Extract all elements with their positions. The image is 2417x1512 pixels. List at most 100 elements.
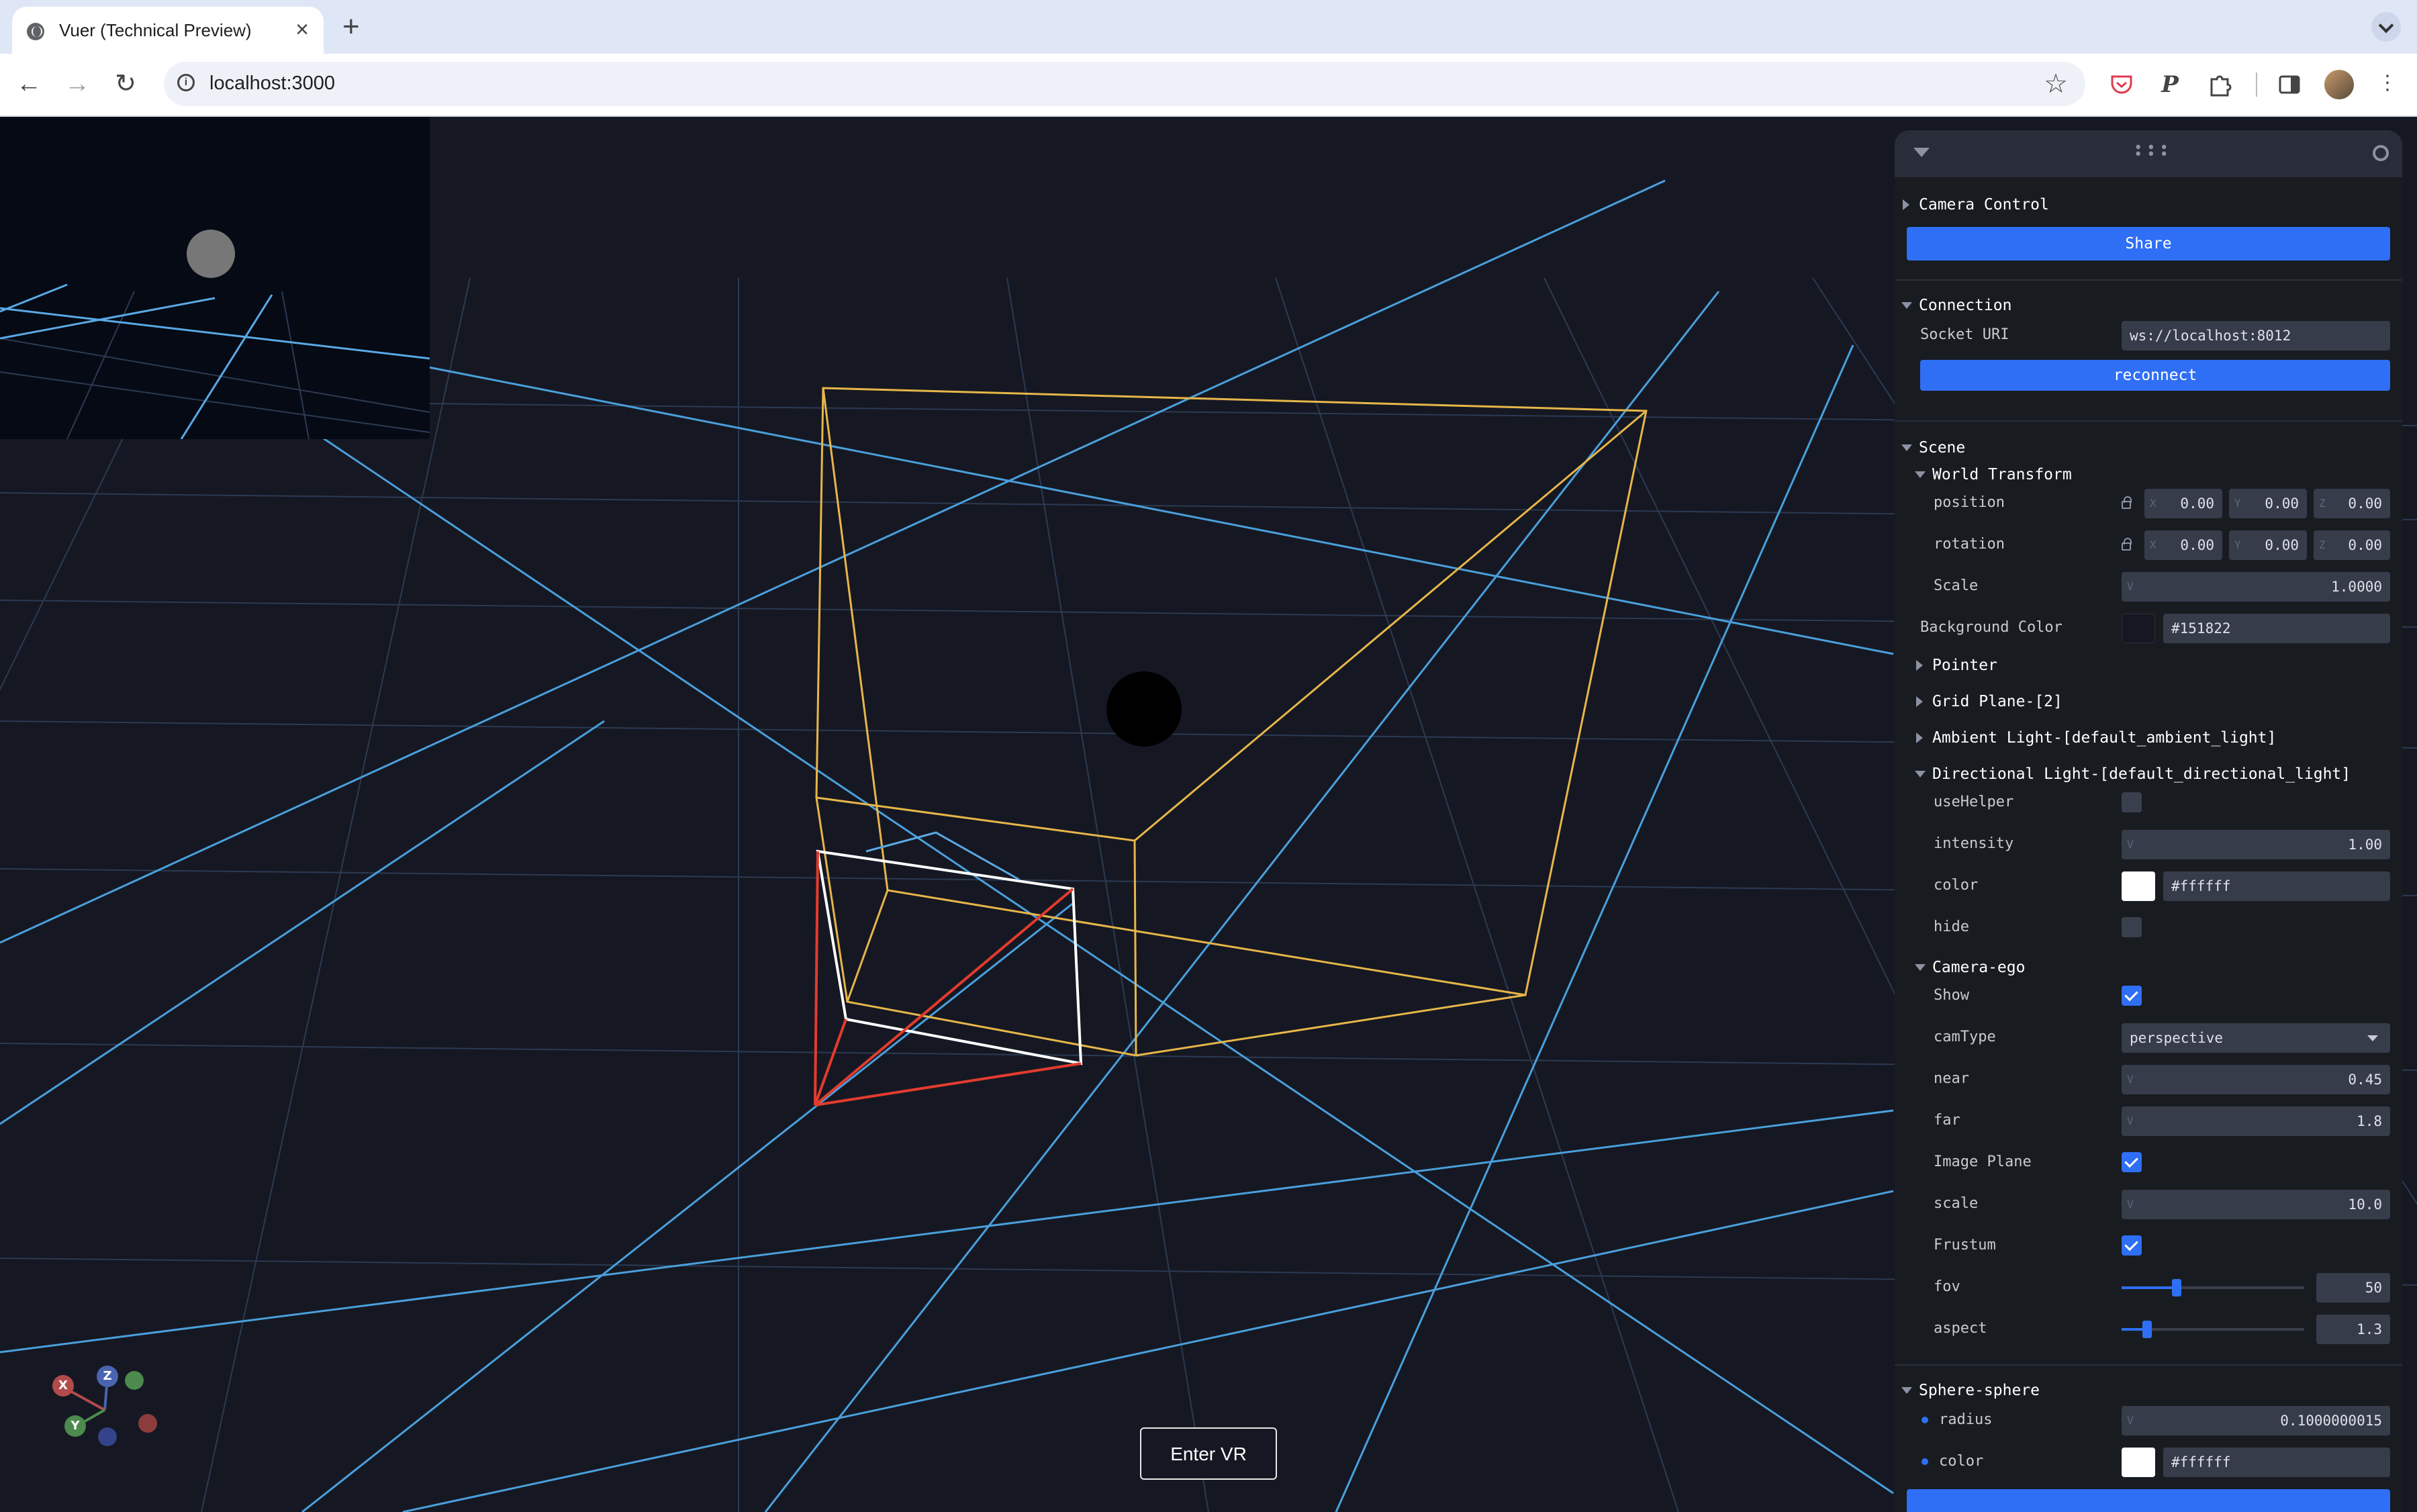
background-color-swatch[interactable] (2122, 614, 2155, 643)
camera-ego-title: Camera-ego (1932, 959, 2026, 976)
axis-gizmo[interactable]: Z X Y (40, 1345, 175, 1480)
sphere-color-swatch[interactable] (2122, 1448, 2155, 1477)
bookmark-star-icon[interactable]: ☆ (2044, 68, 2068, 99)
pointer-folder[interactable]: Pointer (1895, 649, 2402, 682)
position-z-value: 0.00 (2348, 495, 2382, 512)
light-color-input[interactable]: #ffffff (2163, 871, 2390, 901)
gizmo-y-axis[interactable]: Y (64, 1415, 86, 1437)
background-color-row: Background Color #151822 (1895, 611, 2402, 645)
camtype-select[interactable]: perspective (2122, 1023, 2390, 1053)
panel-collapse-icon[interactable] (1913, 148, 1930, 157)
aspect-slider[interactable] (2122, 1321, 2304, 1338)
socket-uri-input[interactable]: ws://localhost:8012 (2122, 321, 2390, 350)
position-y-input[interactable]: Y 0.00 (2229, 489, 2307, 518)
minimap-sphere (187, 230, 235, 278)
use-helper-row: useHelper (1895, 786, 2402, 819)
fov-row: fov 50 (1895, 1270, 2402, 1304)
p-extension-icon[interactable]: P (2155, 70, 2185, 99)
show-checkbox[interactable] (2122, 986, 2142, 1006)
extensions-puzzle-icon[interactable] (2205, 70, 2234, 99)
position-z-input[interactable]: Z 0.00 (2314, 489, 2390, 518)
connection-folder[interactable]: Connection (1895, 289, 2402, 322)
fov-input[interactable]: 50 (2316, 1273, 2390, 1303)
gizmo-neg-x-axis[interactable] (138, 1414, 157, 1433)
image-plane-checkbox[interactable] (2122, 1152, 2142, 1172)
browser-window: Vuer (Technical Preview) × + ← → ↻ i loc… (0, 0, 2417, 1512)
rotation-x-value: 0.00 (2180, 537, 2214, 553)
sphere-action-button[interactable] (1907, 1489, 2390, 1512)
gizmo-x-axis[interactable]: X (52, 1375, 74, 1397)
new-tab-button[interactable]: + (342, 9, 360, 44)
pocket-icon[interactable] (2107, 70, 2136, 99)
world-scale-input[interactable]: V 1.0000 (2122, 572, 2390, 602)
position-label: position (1934, 494, 2005, 511)
search-icon[interactable] (2373, 145, 2389, 161)
enter-vr-button[interactable]: Enter VR (1140, 1427, 1277, 1480)
site-info-icon[interactable]: i (177, 74, 195, 91)
tab-close-icon[interactable]: × (295, 16, 309, 43)
reload-icon[interactable]: ↻ (109, 67, 142, 101)
address-bar[interactable]: i localhost:3000 ☆ (164, 62, 2085, 106)
fov-slider-handle[interactable] (2171, 1279, 2181, 1296)
grid-plane-folder[interactable]: Grid Plane-[2] (1895, 685, 2402, 718)
browser-tab[interactable]: Vuer (Technical Preview) × (12, 7, 324, 54)
aspect-slider-handle[interactable] (2142, 1321, 2152, 1338)
share-button[interactable]: Share (1907, 227, 2390, 261)
position-row: position X 0.00 Y 0.00 Z 0.00 (1895, 486, 2402, 520)
folder-collapsed-icon (1916, 660, 1923, 671)
background-color-input[interactable]: #151822 (2163, 614, 2390, 643)
side-panel-icon[interactable] (2275, 70, 2304, 99)
rotation-x-input[interactable]: X 0.00 (2144, 530, 2222, 560)
camera-scale-row: scale V 10.0 (1895, 1187, 2402, 1221)
url-text[interactable]: localhost:3000 (209, 73, 335, 95)
globe-favicon-icon (27, 23, 44, 40)
position-x-input[interactable]: X 0.00 (2144, 489, 2222, 518)
image-plane-label: Image Plane (1934, 1153, 2032, 1170)
axis-x-label: X (2150, 538, 2157, 551)
camtype-label: camType (1934, 1029, 1996, 1045)
forward-icon[interactable]: → (60, 67, 94, 101)
use-helper-label: useHelper (1934, 794, 2014, 810)
world-scale-label: Scale (1934, 577, 1979, 594)
sphere-folder[interactable]: Sphere-sphere (1895, 1374, 2402, 1407)
intensity-input[interactable]: V 1.00 (2122, 830, 2390, 859)
sphere-color-input[interactable]: #ffffff (2163, 1448, 2390, 1477)
image-plane (816, 849, 1083, 1066)
far-input[interactable]: V 1.8 (2122, 1106, 2390, 1136)
camera-scale-input[interactable]: V 10.0 (2122, 1190, 2390, 1219)
intensity-label: intensity (1934, 835, 2014, 852)
gizmo-neg-z-axis[interactable] (98, 1427, 117, 1446)
near-input[interactable]: V 0.45 (2122, 1065, 2390, 1094)
hide-checkbox[interactable] (2122, 917, 2142, 937)
rotation-z-input[interactable]: Z 0.00 (2314, 530, 2390, 560)
camera-up-indicator (865, 831, 1020, 881)
panel-header[interactable]: ••• ••• (1895, 130, 2402, 177)
radius-input[interactable]: V 0.1000000015 (2122, 1406, 2390, 1435)
rotation-label: rotation (1934, 536, 2005, 553)
reconnect-button[interactable]: reconnect (1920, 360, 2390, 391)
rotation-y-value: 0.00 (2265, 537, 2299, 553)
use-helper-checkbox[interactable] (2122, 792, 2142, 812)
frustum-checkbox[interactable] (2122, 1235, 2142, 1256)
gizmo-z-axis[interactable]: Z (97, 1366, 118, 1387)
grid-major-line (0, 1109, 1894, 1354)
fov-slider[interactable] (2122, 1279, 2304, 1296)
lock-icon[interactable] (2122, 538, 2132, 551)
menu-dots-icon[interactable]: ⋮ (2373, 70, 2402, 99)
camera-control-folder[interactable]: Camera Control (1895, 188, 2402, 222)
fov-slider-fill (2122, 1286, 2177, 1289)
camtype-value: perspective (2130, 1030, 2224, 1046)
aspect-input[interactable]: 1.3 (2316, 1315, 2390, 1344)
show-label: Show (1934, 987, 1969, 1004)
ambient-light-folder[interactable]: Ambient Light-[default_ambient_light] (1895, 721, 2402, 755)
drag-handle-icon[interactable]: ••• ••• (2134, 141, 2173, 162)
back-icon[interactable]: ← (12, 67, 46, 101)
light-color-swatch[interactable] (2122, 871, 2155, 901)
rotation-y-input[interactable]: Y 0.00 (2229, 530, 2307, 560)
gizmo-neg-y-axis[interactable] (125, 1371, 144, 1390)
axis-v-label: V (2127, 1115, 2134, 1127)
grid-plane-title: Grid Plane-[2] (1932, 693, 2063, 710)
lock-icon[interactable] (2122, 496, 2132, 509)
profile-avatar[interactable] (2324, 70, 2354, 99)
tab-list-chevron-icon[interactable] (2371, 12, 2401, 42)
